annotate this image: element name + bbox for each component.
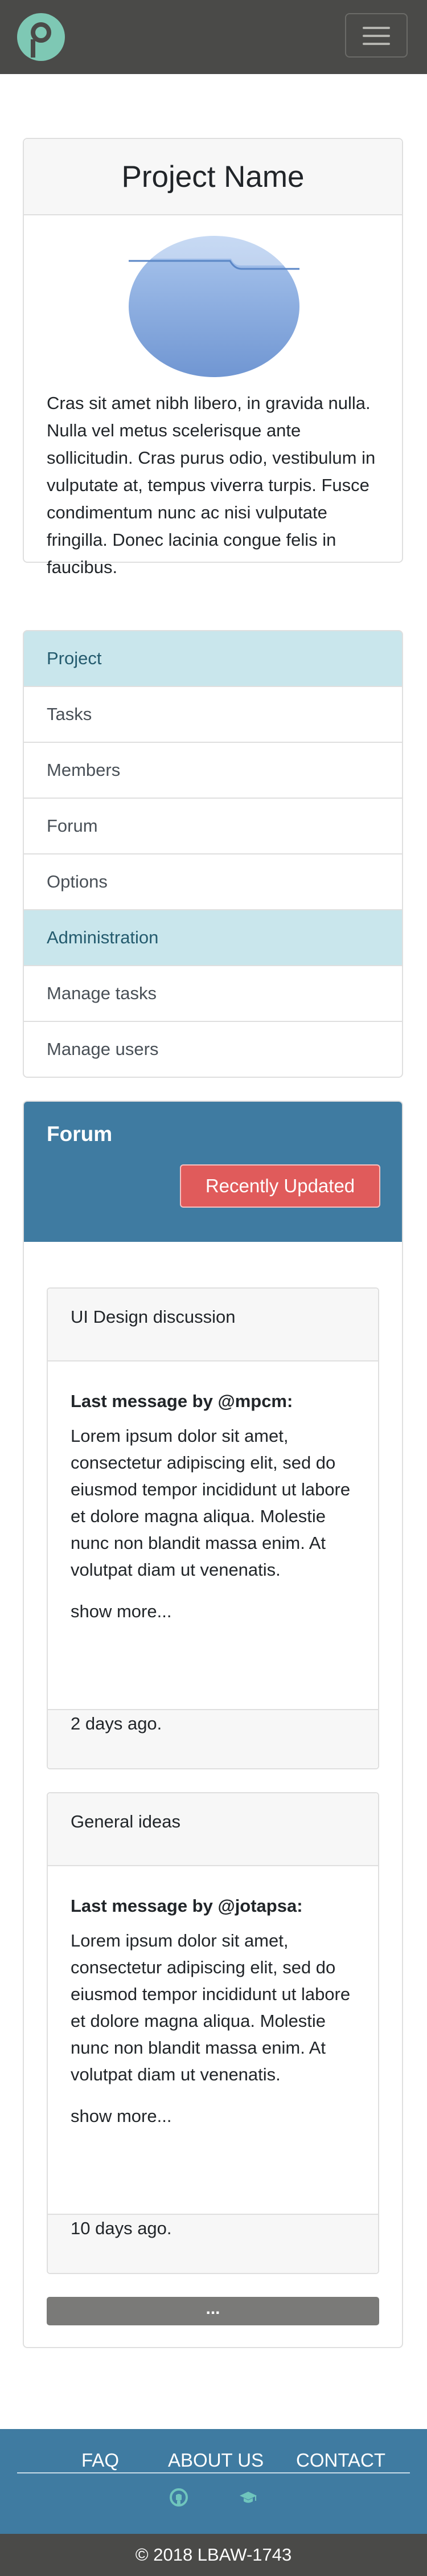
post-author: Last message by @mpcm:: [71, 1391, 293, 1411]
logo-glyph: [31, 22, 51, 58]
post-body: Last message by @jotapsa: Lorem ipsum do…: [48, 1866, 378, 2129]
footer-link-about-us[interactable]: ABOUT US: [168, 2450, 264, 2471]
forum-post[interactable]: General ideas Last message by @jotapsa: …: [47, 1792, 379, 2274]
p-logo[interactable]: [17, 13, 65, 61]
forum-header: Forum Recently Updated: [24, 1102, 402, 1242]
footer-divider: [17, 2472, 410, 2473]
footer: FAQ ABOUT US CONTACT © 2018 LBAW-1743: [0, 2429, 427, 2576]
menu-item-options[interactable]: Options: [23, 854, 403, 910]
project-image: [129, 236, 299, 377]
post-body: Last message by @mpcm: Lorem ipsum dolor…: [48, 1361, 378, 1625]
recently-updated-button[interactable]: Recently Updated: [180, 1164, 380, 1208]
footer-link-contact[interactable]: CONTACT: [296, 2450, 385, 2471]
menu-item-manage-users[interactable]: Manage users: [23, 1022, 403, 1078]
github-icon[interactable]: [170, 2488, 188, 2507]
project-title: Project Name: [24, 139, 402, 215]
hamburger-icon: [363, 43, 390, 45]
post-timestamp: 10 days ago.: [48, 2214, 378, 2273]
copyright: © 2018 LBAW-1743: [0, 2534, 427, 2576]
graduation-cap-icon[interactable]: [239, 2488, 257, 2507]
forum-title: Forum: [47, 1122, 113, 1146]
post-title[interactable]: UI Design discussion: [48, 1289, 378, 1361]
menu-header-project[interactable]: Project: [23, 630, 403, 687]
post-author: Last message by @jotapsa:: [71, 1896, 303, 1916]
show-more-link[interactable]: show more...: [71, 1598, 355, 1625]
hamburger-icon: [363, 35, 390, 37]
post-text: Lorem ipsum dolor sit amet, consectetur …: [71, 1426, 351, 1580]
menu-item-tasks[interactable]: Tasks: [23, 687, 403, 743]
post-timestamp: 2 days ago.: [48, 1709, 378, 1768]
load-more-button[interactable]: ...: [47, 2297, 379, 2325]
navbar: [0, 0, 427, 74]
menu-item-forum[interactable]: Forum: [23, 799, 403, 854]
footer-link-faq[interactable]: FAQ: [81, 2450, 119, 2471]
forum-card: Forum Recently Updated UI Design discuss…: [23, 1101, 403, 2348]
navbar-toggle-button[interactable]: [345, 13, 408, 58]
post-title[interactable]: General ideas: [48, 1793, 378, 1866]
menu-item-members[interactable]: Members: [23, 743, 403, 799]
menu-item-manage-tasks[interactable]: Manage tasks: [23, 966, 403, 1022]
project-card: Project Name Cras sit amet nibh libero, …: [23, 138, 403, 577]
hamburger-icon: [363, 27, 390, 29]
project-description: Cras sit amet nibh libero, in gravida nu…: [47, 393, 376, 577]
menu-header-administration[interactable]: Administration: [23, 910, 403, 966]
post-text: Lorem ipsum dolor sit amet, consectetur …: [71, 1931, 351, 2084]
show-more-link[interactable]: show more...: [71, 2103, 355, 2129]
forum-post[interactable]: UI Design discussion Last message by @mp…: [47, 1287, 379, 1769]
